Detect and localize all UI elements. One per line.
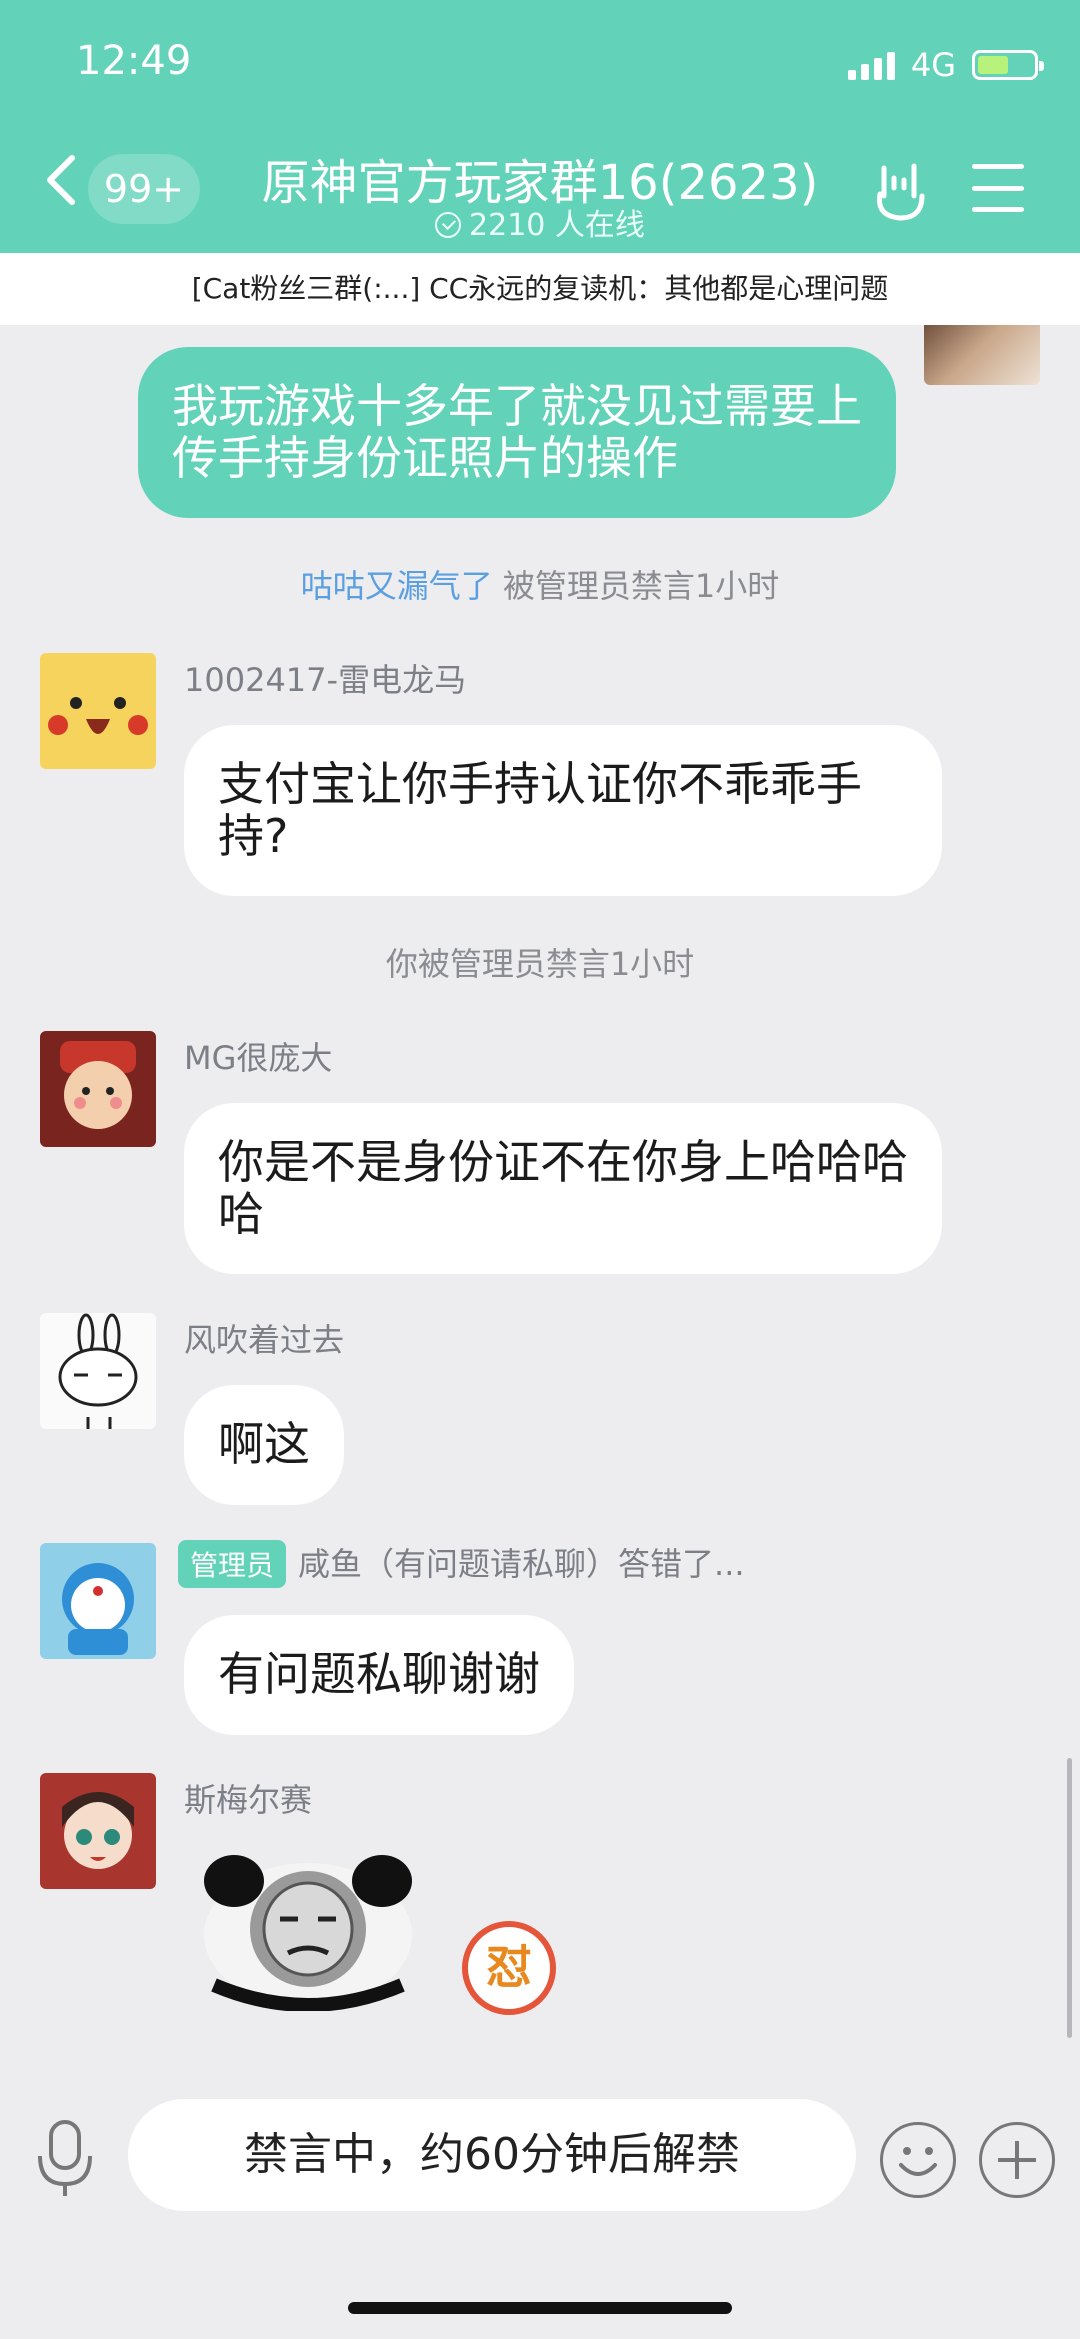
plus-button[interactable] xyxy=(979,2122,1055,2198)
my-avatar[interactable] xyxy=(924,325,1040,385)
message-bubble[interactable]: 支付宝让你手持认证你不乖乖手持? xyxy=(184,725,942,897)
system-message-text: 你被管理员禁言1小时 xyxy=(385,945,695,983)
reaction-badge[interactable]: 怼 xyxy=(462,1921,556,2015)
pinned-notice[interactable]: [Cat粉丝三群(:...] CC永远的复读机：其他都是心理问题 xyxy=(0,253,1080,325)
sender-name: 咸鱼（有问题请私聊）答错了... xyxy=(298,1545,745,1583)
message-text: 支付宝让你手持认证你不乖乖手持? xyxy=(218,757,862,863)
home-indicator[interactable] xyxy=(348,2302,732,2314)
my-message-bubble[interactable]: 我玩游戏十多年了就没见过需要上传手持身份证照片的操作 xyxy=(138,347,896,519)
system-message: 咕咕又漏气了 被管理员禁言1小时 xyxy=(0,561,1080,607)
rock-hand-icon xyxy=(876,163,925,221)
plus-icon xyxy=(998,2141,1036,2179)
signal-icon xyxy=(847,50,895,80)
sender-line: 管理员 咸鱼（有问题请私聊）答错了... xyxy=(178,1539,745,1588)
system-message-text: 被管理员禁言1小时 xyxy=(492,567,780,605)
battery-icon xyxy=(972,50,1044,80)
doll-avatar-image xyxy=(60,1041,136,1129)
sender-name: 风吹着过去 xyxy=(184,1321,345,1359)
menu-button[interactable] xyxy=(972,164,1024,212)
network-label: 4G xyxy=(910,46,956,84)
status-time: 12:49 xyxy=(76,38,192,84)
avatar[interactable] xyxy=(40,1313,156,1429)
pikachu-avatar-image xyxy=(48,697,148,735)
reaction-glyph: 怼 xyxy=(486,1940,532,1994)
message-list[interactable]: 我玩游戏十多年了就没见过需要上传手持身份证照片的操作 咕咕又漏气了 被管理员禁言… xyxy=(0,325,1080,2085)
message-bubble[interactable]: 有问题私聊谢谢 xyxy=(184,1615,574,1735)
sender-name: 1002417-雷电龙马 xyxy=(184,661,467,699)
message-text: 有问题私聊谢谢 xyxy=(218,1647,540,1701)
avatar[interactable] xyxy=(40,1773,156,1889)
menu-icon-line xyxy=(972,207,1024,212)
smiley-icon xyxy=(899,2147,937,2176)
voice-button[interactable] xyxy=(30,2118,100,2198)
battery-fill xyxy=(978,56,1008,74)
message-bubble[interactable]: 你是不是身份证不在你身上哈哈哈哈 xyxy=(184,1103,942,1275)
message-text: 你是不是身份证不在你身上哈哈哈哈 xyxy=(218,1135,908,1241)
online-count-label: 2210 人在线 xyxy=(469,208,645,243)
chat-header: 12:49 4G 99+ 原神官方玩家群16(2623) 2210 人在线 xyxy=(0,0,1080,253)
admin-tag: 管理员 xyxy=(178,1540,287,1588)
sender-name: 斯梅尔赛 xyxy=(184,1781,313,1819)
avatar[interactable] xyxy=(40,1031,156,1147)
doraemon-avatar-image xyxy=(62,1563,134,1655)
message-text: 我玩游戏十多年了就没见过需要上传手持身份证照片的操作 xyxy=(172,379,862,485)
panda-meme-image xyxy=(204,1855,412,2012)
panda-sticker[interactable] xyxy=(196,1845,420,2012)
check-circle-icon xyxy=(435,212,462,238)
avatar[interactable] xyxy=(40,653,156,769)
microphone-icon xyxy=(38,2120,92,2196)
message-bubble[interactable]: 啊这 xyxy=(184,1385,344,1505)
sender-name: MG很庞大 xyxy=(184,1039,333,1077)
rabbit-avatar-image xyxy=(58,1313,138,1429)
menu-icon-line xyxy=(972,185,1024,191)
system-message: 你被管理员禁言1小时 xyxy=(0,939,1080,985)
message-input[interactable]: 禁言中，约60分钟后解禁 xyxy=(128,2099,856,2211)
menu-icon xyxy=(972,164,1024,169)
scrollbar[interactable] xyxy=(1067,1758,1072,2038)
rock-hand-button[interactable] xyxy=(866,154,936,224)
status-indicators: 4G xyxy=(847,46,1044,84)
emoji-button[interactable] xyxy=(880,2122,956,2198)
avatar[interactable] xyxy=(40,1543,156,1659)
anime-girl-avatar-image xyxy=(62,1792,134,1869)
message-text: 啊这 xyxy=(218,1417,310,1471)
muted-user-link[interactable]: 咕咕又漏气了 xyxy=(301,567,493,605)
